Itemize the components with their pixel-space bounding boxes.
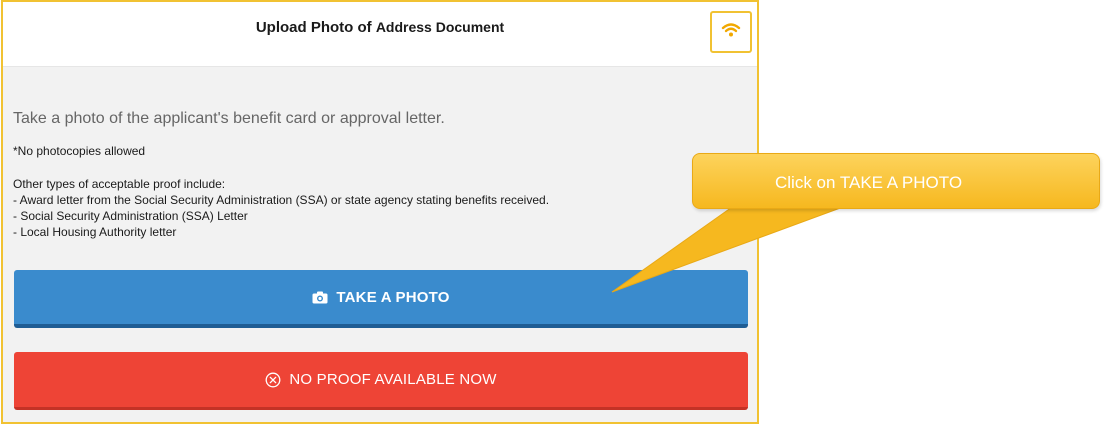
take-photo-button[interactable]: TAKE A PHOTO [14, 270, 748, 328]
content: Take a photo of the applicant's benefit … [13, 110, 753, 240]
app-frame: Upload Photo of Address Document Take a … [1, 0, 759, 424]
instruction-text: Take a photo of the applicant's benefit … [13, 110, 445, 127]
callout-tooltip: Click on TAKE A PHOTO [692, 153, 1100, 209]
wifi-icon [721, 22, 741, 43]
no-photocopies-note: *No photocopies allowed [13, 144, 146, 158]
page-title-rest: Address Document [375, 19, 505, 35]
page-title: Upload Photo of Address Document [3, 19, 757, 36]
close-circle-icon [265, 372, 281, 388]
wifi-button[interactable] [710, 11, 752, 53]
take-photo-label: TAKE A PHOTO [336, 288, 450, 306]
proof-intro: Other types of acceptable proof include: [13, 177, 226, 191]
proof-item: - Social Security Administration (SSA) L… [13, 209, 248, 223]
callout-text: Click on TAKE A PHOTO [775, 173, 963, 192]
acceptable-proof-list: Other types of acceptable proof include:… [13, 176, 753, 240]
stage: Upload Photo of Address Document Take a … [0, 0, 1105, 427]
page-title-bold: Upload Photo of [255, 19, 372, 36]
proof-item: - Award letter from the Social Security … [13, 193, 550, 207]
no-proof-button[interactable]: NO PROOF AVAILABLE NOW [14, 352, 748, 410]
camera-icon [312, 291, 328, 304]
header: Upload Photo of Address Document [3, 2, 757, 67]
no-proof-label: NO PROOF AVAILABLE NOW [289, 371, 497, 388]
proof-item: - Local Housing Authority letter [13, 225, 177, 239]
